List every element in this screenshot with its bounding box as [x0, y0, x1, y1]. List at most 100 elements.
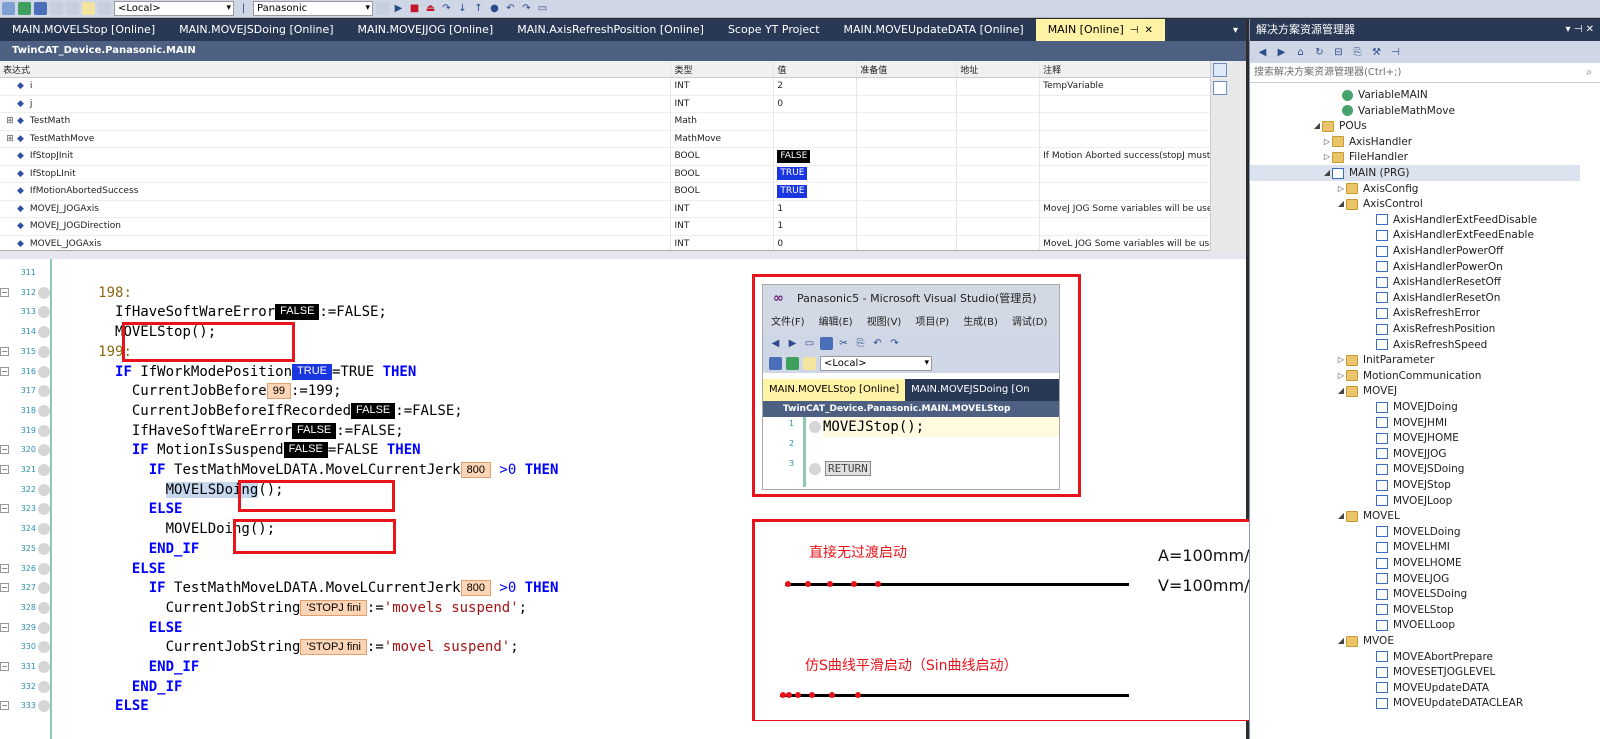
- expand-arrow-icon[interactable]: ◢: [1336, 508, 1346, 524]
- tab-movejjog[interactable]: MAIN.MOVEJJOG [Online]: [346, 19, 506, 41]
- breakpoint-icon[interactable]: ●: [488, 2, 501, 15]
- tree-item[interactable]: MOVEJDoing: [1250, 399, 1580, 415]
- value-badge-number[interactable]: 800: [460, 462, 491, 478]
- menu-build[interactable]: 生成(B): [963, 313, 998, 333]
- tree-item[interactable]: MOVELSDoing: [1250, 586, 1580, 602]
- undo-icon[interactable]: ↶: [504, 2, 517, 15]
- watch-value[interactable]: 0: [777, 99, 783, 109]
- watch-row[interactable]: ◆ IfStopJInit BOOL FALSE If Motion Aborted s…: [0, 148, 1210, 166]
- watch-prepared[interactable]: [857, 148, 958, 165]
- logout-icon[interactable]: ⏏: [424, 2, 437, 15]
- tree-item[interactable]: ▷ AxisConfig: [1250, 181, 1580, 197]
- tree-item[interactable]: MOVEJHOME: [1250, 430, 1580, 446]
- copy-icon[interactable]: ⎘: [854, 337, 867, 350]
- watch-prepared[interactable]: [857, 218, 958, 235]
- show-all-icon[interactable]: ⎘: [1351, 46, 1364, 59]
- expand-arrow-icon[interactable]: ▷: [1322, 149, 1332, 165]
- forward-icon[interactable]: ▶: [786, 337, 799, 350]
- pin-icon[interactable]: ⊣: [1389, 46, 1402, 59]
- value-badge-false[interactable]: FALSE: [292, 422, 337, 439]
- expand-arrow-icon[interactable]: ▷: [1322, 134, 1332, 150]
- tree-item[interactable]: MOVEAbortPrepare: [1250, 649, 1580, 665]
- new-project-icon[interactable]: [2, 2, 15, 15]
- tree-item[interactable]: ▷ InitParameter: [1250, 352, 1580, 368]
- tree-item[interactable]: ◢ MOVEJ: [1250, 383, 1580, 399]
- watch-row[interactable]: ◆ MOVEL_JOGAxis INT 0 MoveL JOG Some variabl…: [0, 235, 1210, 250]
- properties-icon[interactable]: ⚒: [1370, 46, 1383, 59]
- watch-prepared[interactable]: [857, 78, 958, 95]
- restart-icon[interactable]: [66, 2, 79, 15]
- expand-arrow-icon[interactable]: ▷: [1336, 181, 1346, 197]
- watch-value[interactable]: 1: [777, 204, 783, 214]
- open-icon[interactable]: [18, 2, 31, 15]
- tab-overflow-icon[interactable]: ▾: [1233, 25, 1246, 36]
- watch-row[interactable]: ◆ MOVEJ_JOGDirection INT 1: [0, 218, 1210, 236]
- watch-scrollbar[interactable]: [1210, 61, 1246, 251]
- tree-item[interactable]: MOVEUpdateDATACLEAR: [1250, 695, 1580, 711]
- window-icon[interactable]: ▭: [536, 2, 549, 15]
- watch-prepared[interactable]: [857, 95, 958, 112]
- tree-item[interactable]: AxisRefreshError: [1250, 305, 1580, 321]
- expand-arrow-icon[interactable]: ▷: [1336, 352, 1346, 368]
- build-icon[interactable]: [34, 2, 47, 15]
- tree-item[interactable]: ▷ MotionCommunication: [1250, 368, 1580, 384]
- col-expression[interactable]: 表达式: [0, 61, 672, 77]
- tab-movejsdoing[interactable]: MAIN.MOVEJSDoing [Online]: [167, 19, 345, 41]
- tree-item[interactable]: AxisHandlerExtFeedEnable: [1250, 227, 1580, 243]
- tree-item[interactable]: ◢ MOVEL: [1250, 508, 1580, 524]
- value-badge-number[interactable]: 99: [266, 383, 291, 400]
- tab-main[interactable]: MAIN [Online] ⊣ ✕: [1035, 19, 1165, 41]
- save-icon[interactable]: [820, 336, 833, 350]
- tab-moveupdatedata[interactable]: MAIN.MOVEUpdateDATA [Online]: [832, 19, 1036, 41]
- watch-value[interactable]: 2: [777, 81, 783, 91]
- start-icon[interactable]: ▶: [392, 2, 405, 15]
- tree-item[interactable]: ▷ FileHandler: [1250, 149, 1580, 165]
- tree-item[interactable]: MOVELJOG: [1250, 571, 1580, 587]
- cut-icon[interactable]: ✂: [837, 337, 850, 350]
- redo-icon[interactable]: ↷: [888, 337, 901, 350]
- glasses-icon[interactable]: [803, 356, 816, 370]
- value-badge-string[interactable]: 'STOPJ fini: [300, 599, 367, 616]
- splitter[interactable]: [0, 251, 1246, 259]
- login-icon[interactable]: [376, 2, 389, 15]
- platform-select[interactable]: <Local>: [114, 1, 234, 16]
- expand-arrow-icon[interactable]: ◢: [1336, 383, 1346, 399]
- watch-row[interactable]: ⊞ ◆ TestMath Math: [0, 113, 1210, 131]
- solution-search-input[interactable]: 搜索解决方案资源管理器(Ctrl+;) ⌕: [1250, 63, 1600, 83]
- tree-item[interactable]: AxisRefreshPosition: [1250, 321, 1580, 337]
- tree-item[interactable]: MOVELDoing: [1250, 524, 1580, 540]
- new-item-icon[interactable]: ▭: [803, 337, 816, 350]
- watch-row[interactable]: ◆ i INT 2 TempVariable: [0, 78, 1210, 96]
- tree-item[interactable]: ▷ AxisHandler: [1250, 134, 1580, 150]
- value-badge-false[interactable]: FALSE: [275, 304, 320, 321]
- tree-item[interactable]: AxisHandlerResetOn: [1250, 290, 1580, 306]
- tab-scope-project[interactable]: Scope YT Project: [716, 19, 832, 41]
- watch-row[interactable]: ◆ j INT 0: [0, 95, 1210, 113]
- tab-axisrefreshposition[interactable]: MAIN.AxisRefreshPosition [Online]: [505, 19, 716, 41]
- tree-item[interactable]: MOVEJSDoing: [1250, 461, 1580, 477]
- watch-value[interactable]: 1: [777, 221, 783, 231]
- menu-edit[interactable]: 编辑(E): [819, 313, 853, 333]
- expand-arrow-icon[interactable]: ◢: [1336, 633, 1346, 649]
- close-icon[interactable]: ✕: [1144, 25, 1152, 36]
- watch-value[interactable]: 0: [777, 239, 783, 249]
- popup-tab-movejsdoing[interactable]: MAIN.MOVEJSDoing [On: [905, 379, 1035, 401]
- tree-item[interactable]: VariableMAIN: [1250, 87, 1580, 103]
- config-mode-icon[interactable]: [98, 2, 111, 15]
- tree-item[interactable]: ◢ MAIN (PRG): [1250, 165, 1580, 181]
- tree-item[interactable]: VariableMathMove: [1250, 103, 1580, 119]
- back-icon[interactable]: ◀: [1256, 46, 1269, 59]
- glasses-icon[interactable]: [82, 2, 95, 15]
- expand-icon[interactable]: ⊞: [3, 116, 17, 126]
- tree-item[interactable]: MVOEJLoop: [1250, 493, 1580, 509]
- step-into-icon[interactable]: ↓: [456, 2, 469, 15]
- popup-platform-select[interactable]: <Local>: [820, 355, 932, 371]
- col-value[interactable]: 值: [774, 61, 858, 77]
- forward-icon[interactable]: ▶: [1275, 46, 1288, 59]
- tree-item[interactable]: MOVELStop: [1250, 602, 1580, 618]
- home-icon[interactable]: ⌂: [1294, 46, 1307, 59]
- value-badge-true[interactable]: TRUE: [292, 363, 332, 380]
- tree-item[interactable]: AxisHandlerResetOff: [1250, 274, 1580, 290]
- tree-item[interactable]: MVOELLoop: [1250, 617, 1580, 633]
- expand-arrow-icon[interactable]: ▷: [1336, 368, 1346, 384]
